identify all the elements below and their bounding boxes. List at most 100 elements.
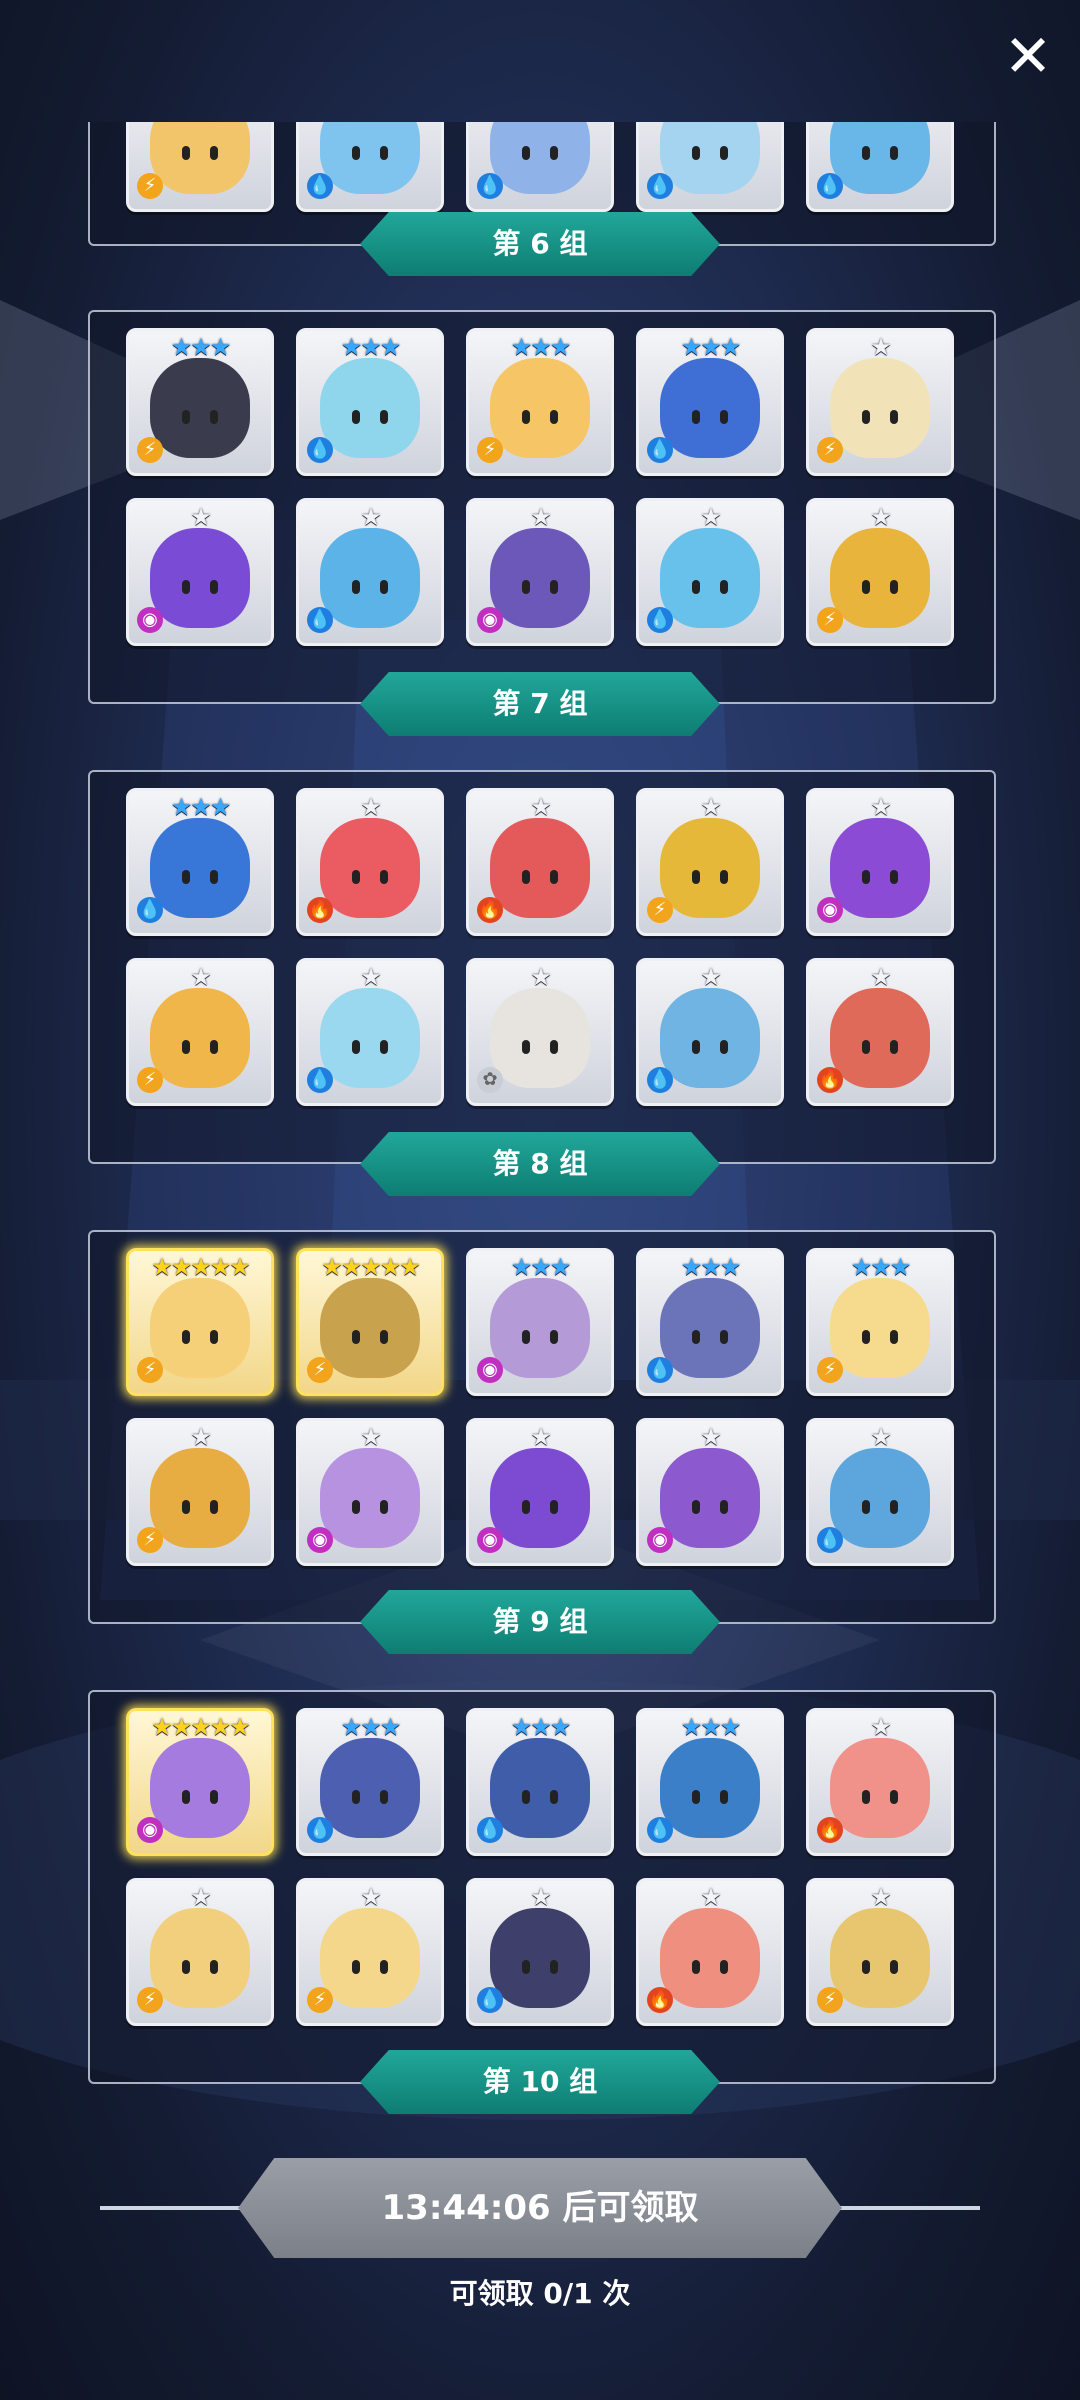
fire-element-icon: 🔥 — [647, 1987, 673, 2013]
hero-portrait — [830, 817, 930, 918]
hero-portrait — [660, 1277, 760, 1378]
thunder-element-icon: ⚡ — [307, 1357, 333, 1383]
hero-card-fox-girl[interactable]: ★ ⚡ — [296, 1878, 444, 2026]
hero-card-blonde-princess[interactable]: ★★★ ⚡ — [806, 1248, 954, 1396]
hero-card-horned-demon[interactable]: ★ ◉ — [636, 1418, 784, 1566]
hero-card-purple-witch[interactable]: ★ ◉ — [466, 1418, 614, 1566]
hero-portrait — [660, 817, 760, 918]
hero-card-blue-imp[interactable]: ★ 💧 — [636, 498, 784, 646]
group-7-label: 第 7 组 — [360, 672, 720, 736]
hero-card-red-urchin[interactable]: ★ 🔥 — [296, 788, 444, 936]
water-element-icon: 💧 — [477, 1987, 503, 2013]
hero-card-sunflower-chomper[interactable]: ★ ⚡ — [636, 788, 784, 936]
water-element-icon: 💧 — [307, 1817, 333, 1843]
hero-card-flower-girl-blue[interactable]: ★ 💧 — [296, 958, 444, 1106]
hero-card-yellow-beast[interactable]: ★★★ ⚡ — [466, 328, 614, 476]
hero-portrait — [320, 1277, 420, 1378]
hero-card-dark-hair-girl[interactable]: ★ 💧 — [466, 1878, 614, 2026]
hero-portrait — [660, 1447, 760, 1548]
thunder-element-icon: ⚡ — [647, 897, 673, 923]
hero-portrait — [490, 1737, 590, 1838]
hero-card-purple-chomper[interactable]: ★ ◉ — [806, 788, 954, 936]
star-rating: ★ — [360, 1883, 382, 1911]
hero-card-golden-golem[interactable]: ★★★★★ ⚡ — [296, 1248, 444, 1396]
hero-portrait — [150, 122, 250, 194]
thunder-element-icon: ⚡ — [817, 437, 843, 463]
hero-card-blue-totem[interactable]: ★ 💧 — [806, 1418, 954, 1566]
group-9-label: 第 9 组 — [360, 1590, 720, 1654]
hero-card-bandaged-mummy[interactable]: ★ ⚡ — [806, 328, 954, 476]
hero-card-witch-hat-blonde[interactable]: ★★★ ⚡ — [126, 328, 274, 476]
hero-card-blue-cactus[interactable]: ★ 💧 — [296, 498, 444, 646]
star-rating: ★★★ — [680, 333, 742, 361]
star-rating: ★ — [700, 1423, 722, 1451]
hero-card-slot-3[interactable]: 💧 — [636, 122, 784, 212]
hero-card-flower-girl-white[interactable]: ★ ✿ — [466, 958, 614, 1106]
hero-card-crowned-king[interactable]: ★★★ 💧 — [636, 328, 784, 476]
hero-portrait — [150, 987, 250, 1088]
hero-portrait — [660, 987, 760, 1088]
hero-card-red-totem[interactable]: ★ 🔥 — [806, 958, 954, 1106]
hero-portrait — [830, 1277, 930, 1378]
hero-card-blue-ninja[interactable]: ★★★ 💧 — [466, 1708, 614, 1856]
hero-card-red-hat-girl[interactable]: ★ 🔥 — [806, 1708, 954, 1856]
hero-card-yellow-skull[interactable]: ★ ⚡ — [126, 958, 274, 1106]
light-element-icon: ✿ — [477, 1067, 503, 1093]
hero-card-red-helm-girl[interactable]: ★ 🔥 — [636, 1878, 784, 2026]
hero-card-purple-mage[interactable]: ★ ◉ — [296, 1418, 444, 1566]
close-button[interactable]: ✕ — [1000, 27, 1056, 85]
water-element-icon: 💧 — [647, 173, 673, 199]
dark-element-icon: ◉ — [477, 607, 503, 633]
thunder-element-icon: ⚡ — [137, 1987, 163, 2013]
star-rating: ★ — [870, 963, 892, 991]
hero-card-golden-horns[interactable]: ★ ⚡ — [806, 1878, 954, 2026]
hero-portrait — [490, 987, 590, 1088]
water-element-icon: 💧 — [137, 897, 163, 923]
hero-portrait — [150, 1737, 250, 1838]
hero-card-slot-1[interactable]: 💧 — [296, 122, 444, 212]
star-rating: ★ — [360, 1423, 382, 1451]
claim-timer-button[interactable]: 13:44:06 后可领取 — [238, 2158, 842, 2258]
hero-portrait — [490, 1277, 590, 1378]
star-rating: ★ — [870, 1423, 892, 1451]
fire-element-icon: 🔥 — [477, 897, 503, 923]
hero-card-skull-witch[interactable]: ★★★ 💧 — [636, 1248, 784, 1396]
hero-card-cyclops-scythe[interactable]: ★★★ 💧 — [636, 1708, 784, 1856]
hero-card-bandaged-yellow[interactable]: ★ ⚡ — [806, 498, 954, 646]
hero-portrait — [320, 987, 420, 1088]
hero-portrait — [660, 527, 760, 628]
hero-card-slot-0[interactable]: ⚡ — [126, 122, 274, 212]
thunder-element-icon: ⚡ — [307, 1987, 333, 2013]
groups-scroll-list[interactable]: ⚡ 💧 💧 💧 💧 第 6 组 ★★★ ⚡ ★★★ 💧 ★★★ ⚡ ★★★ 💧 ★ ⚡ ★ ◉ ★ 💧 ★ ◉ ★ 💧 ★ ⚡… — [0, 122, 1080, 2162]
hero-card-blonde-warrior[interactable]: ★ ⚡ — [126, 1878, 274, 2026]
hero-portrait — [320, 1907, 420, 2008]
water-element-icon: 💧 — [477, 173, 503, 199]
dark-element-icon: ◉ — [477, 1527, 503, 1553]
thunder-element-icon: ⚡ — [137, 437, 163, 463]
hero-card-slot-2[interactable]: 💧 — [466, 122, 614, 212]
hero-card-purple-priestess[interactable]: ★★★ ◉ — [466, 1248, 614, 1396]
hero-card-blue-hair-girl[interactable]: ★★★ 💧 — [296, 328, 444, 476]
hero-card-red-tree[interactable]: ★ 🔥 — [466, 788, 614, 936]
hero-card-purple-knight[interactable]: ★ ◉ — [466, 498, 614, 646]
hero-card-yellow-tree[interactable]: ★ ⚡ — [126, 1418, 274, 1566]
hero-card-purple-brute[interactable]: ★★★★★ ◉ — [126, 1708, 274, 1856]
hero-portrait — [830, 357, 930, 458]
hero-portrait — [490, 1447, 590, 1548]
hero-card-purple-ghost[interactable]: ★ ◉ — [126, 498, 274, 646]
group-10-label: 第 10 组 — [360, 2050, 720, 2114]
star-rating: ★★★ — [170, 333, 232, 361]
star-rating: ★ — [190, 1883, 212, 1911]
hero-card-dark-prince[interactable]: ★★★ 💧 — [296, 1708, 444, 1856]
thunder-element-icon: ⚡ — [817, 1357, 843, 1383]
star-rating: ★★★ — [510, 333, 572, 361]
thunder-element-icon: ⚡ — [137, 1527, 163, 1553]
hero-card-slot-4[interactable]: 💧 — [806, 122, 954, 212]
hero-card-golden-girl[interactable]: ★★★★★ ⚡ — [126, 1248, 274, 1396]
star-rating: ★★★ — [850, 1253, 912, 1281]
hero-portrait — [660, 1737, 760, 1838]
water-element-icon: 💧 — [817, 1527, 843, 1553]
hero-card-clock-gear[interactable]: ★★★ 💧 — [126, 788, 274, 936]
hero-card-winged-knight[interactable]: ★ 💧 — [636, 958, 784, 1106]
star-rating: ★ — [870, 1883, 892, 1911]
